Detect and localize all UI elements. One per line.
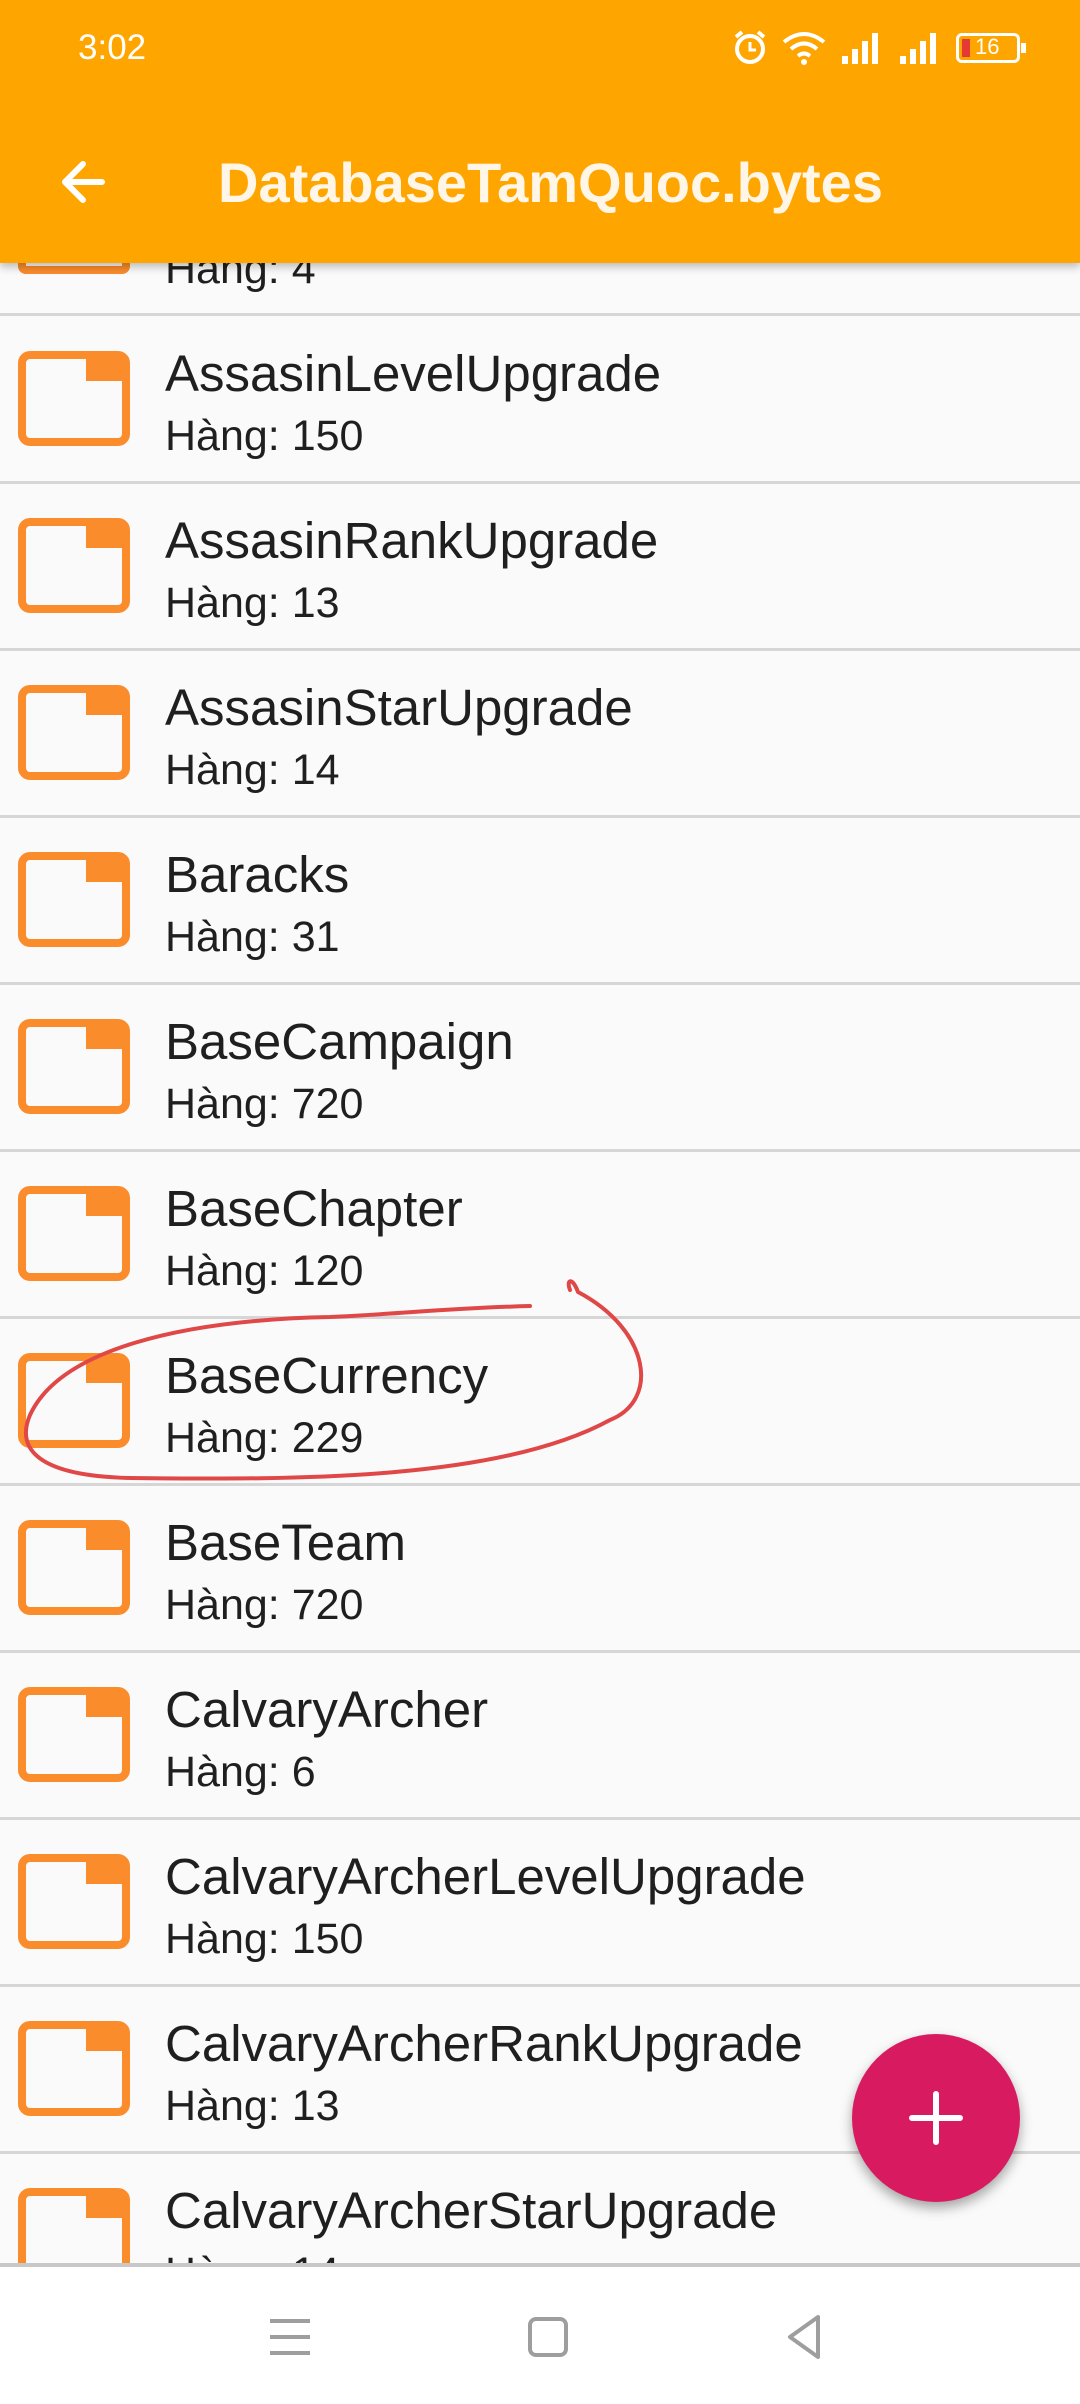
list-item-rows: Hàng: 13 (165, 2082, 340, 2130)
table-list: Hàng: 4 AssasinLevelUpgrade Hàng: 150 Assa… (0, 0, 1080, 2263)
back-button[interactable] (50, 147, 120, 217)
signal-icon-2 (900, 33, 936, 64)
alarm-icon (734, 30, 766, 64)
folder-icon (18, 852, 130, 947)
list-item-rows: Hàng: 31 (165, 913, 340, 961)
system-nav-bar (0, 2263, 1080, 2404)
list-item-name: AssasinLevelUpgrade (165, 345, 662, 402)
list-item[interactable]: BaseChapter Hàng: 120 (0, 1149, 1080, 1319)
list-item-name: BaseChapter (165, 1180, 463, 1237)
back-nav-icon[interactable] (776, 2307, 836, 2367)
app-bar: 3:02 16 DatabaseTamQuoc.bytes (0, 0, 1080, 263)
list-item-name: BaseCurrency (165, 1347, 489, 1404)
folder-icon (18, 1854, 130, 1949)
list-item[interactable]: AssasinStarUpgrade Hàng: 14 (0, 648, 1080, 818)
list-item-name: CalvaryArcherLevelUpgrade (165, 1848, 806, 1905)
home-icon[interactable] (518, 2307, 578, 2367)
list-item-name: CalvaryArcher (165, 1681, 489, 1738)
folder-icon (18, 1019, 130, 1114)
list-item-rows: Hàng: 6 (165, 1748, 316, 1796)
list-item-rows: Hàng: 150 (165, 1915, 364, 1963)
list-item[interactable]: BaseTeam Hàng: 720 (0, 1483, 1080, 1653)
folder-icon (18, 518, 130, 613)
wifi-icon (782, 32, 826, 65)
list-item-rows: Hàng: 720 (165, 1080, 364, 1128)
list-item-name: BaseTeam (165, 1514, 406, 1571)
battery-level: 16 (975, 34, 1000, 59)
list-item-name: BaseCampaign (165, 1013, 514, 1070)
list-item-rows: Hàng: 13 (165, 579, 340, 627)
signal-icon (842, 33, 878, 64)
folder-icon (18, 1186, 130, 1281)
status-icons: 16 (732, 28, 1026, 68)
list-item[interactable]: BaseCurrency Hàng: 229 (0, 1316, 1080, 1486)
list-item-rows: Hàng: 120 (165, 1247, 364, 1295)
folder-icon (18, 1520, 130, 1615)
list-item-name: AssasinStarUpgrade (165, 679, 633, 736)
list-item[interactable]: AssasinRankUpgrade Hàng: 13 (0, 481, 1080, 651)
list-item-name: CalvaryArcherRankUpgrade (165, 2015, 803, 2072)
plus-icon (909, 2091, 963, 2145)
list-item-rows: Hàng: 720 (165, 1581, 364, 1629)
list-item[interactable]: Baracks Hàng: 31 (0, 815, 1080, 985)
list-item-name: Baracks (165, 846, 350, 903)
list-item-rows: Hàng: 229 (165, 1414, 364, 1462)
list-item-rows: Hàng: 14 (165, 746, 340, 794)
list-item[interactable]: CalvaryArcherLevelUpgrade Hàng: 150 (0, 1817, 1080, 1987)
folder-icon (18, 1687, 130, 1782)
folder-icon (18, 1353, 130, 1448)
list-item-rows: Hàng: 150 (165, 412, 364, 460)
folder-icon (18, 2188, 130, 2263)
add-button[interactable] (852, 2034, 1020, 2202)
page-title: DatabaseTamQuoc.bytes (218, 151, 883, 214)
menu-icon[interactable] (260, 2307, 320, 2367)
list-item[interactable]: BaseCampaign Hàng: 720 (0, 982, 1080, 1152)
list-item[interactable]: CalvaryArcher Hàng: 6 (0, 1650, 1080, 1820)
list-item-name: CalvaryArcherStarUpgrade (165, 2182, 778, 2239)
list-item-rows: Hàng: 14 (165, 2249, 340, 2263)
battery-icon: 16 (956, 33, 1026, 63)
status-time: 3:02 (78, 28, 147, 67)
arrow-back-icon (62, 161, 105, 203)
list-item[interactable]: AssasinLevelUpgrade Hàng: 150 (0, 314, 1080, 484)
list-item-name: AssasinRankUpgrade (165, 512, 659, 569)
folder-icon (18, 351, 130, 446)
folder-icon (18, 685, 130, 780)
folder-icon (18, 2021, 130, 2116)
